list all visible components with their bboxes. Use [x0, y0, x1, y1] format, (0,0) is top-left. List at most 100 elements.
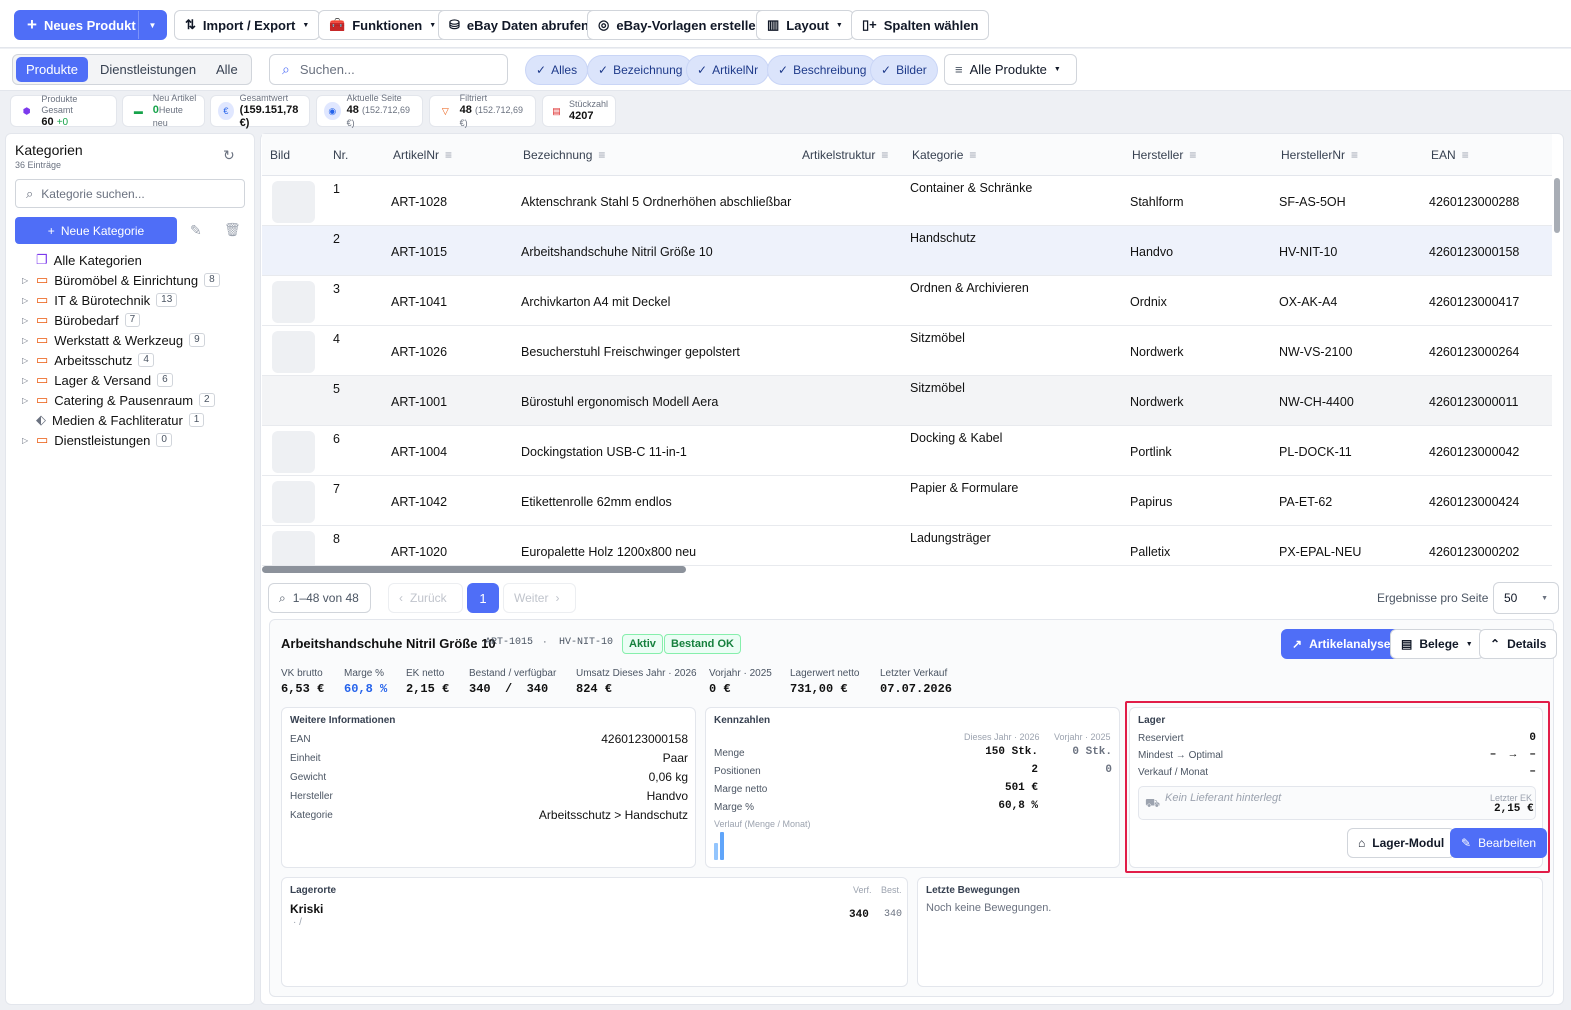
status-badge-stock: Bestand OK	[664, 634, 741, 654]
per-page-select[interactable]: 50 ▼	[1493, 582, 1559, 614]
search-results-icon: ⌕	[279, 590, 286, 605]
kpi-key: Menge	[714, 748, 745, 759]
functions-button[interactable]: 🧰 Funktionen ▼	[318, 10, 448, 40]
toolbox-icon: 🧰	[329, 17, 346, 32]
ebay-fetch-button[interactable]: ⛁ eBay Daten abrufen	[438, 10, 600, 40]
kpi-value-previous: 0 Stk.	[1072, 746, 1112, 758]
sidebar-item-category[interactable]: ▷ ▭ Dienstleistungen 0	[22, 432, 172, 448]
filter-artikelnr[interactable]: ✓ ArtikelNr	[686, 55, 770, 85]
col-nr[interactable]: Nr.	[333, 148, 348, 162]
locations-card	[281, 877, 908, 987]
import-export-button[interactable]: ⇅ Import / Export ▼	[174, 10, 321, 40]
category-label: Bürobedarf	[54, 312, 119, 328]
filter-bezeichnung[interactable]: ✓ Bezeichnung	[587, 55, 694, 85]
edit-button[interactable]: ✎ Bearbeiten	[1450, 828, 1548, 858]
plus-icon: +	[47, 223, 55, 238]
sidebar-item-category[interactable]: ▷ ▭ Werkstatt & Werkzeug 9	[22, 332, 205, 348]
kpi-value-current: 501 €	[1004, 782, 1038, 794]
sidebar-item-category[interactable]: ▷ ▭ Lager & Versand 6	[22, 372, 173, 388]
filter-icon: ≡	[969, 148, 977, 162]
chevron-right-icon[interactable]: ▷	[22, 316, 30, 325]
category-label: Dienstleistungen	[54, 432, 151, 448]
chevron-down-icon[interactable]: ▼	[138, 11, 166, 39]
chevron-right-icon[interactable]: ▷	[22, 436, 30, 445]
col-bezeichnung[interactable]: Bezeichnung ≡	[523, 148, 605, 162]
trend-bar	[720, 832, 724, 860]
search-input[interactable]: ⌕ Suchen...	[269, 54, 508, 85]
layout-button[interactable]: ▥ Layout ▼	[756, 10, 854, 40]
details-toggle-button[interactable]: ⌃ Details	[1479, 629, 1558, 659]
ebay-templates-button[interactable]: ◎ eBay-Vorlagen erstellen	[587, 10, 775, 40]
col-kategorie[interactable]: Kategorie ≡	[912, 148, 976, 162]
sidebar-subtitle: 36 Einträge	[15, 160, 62, 170]
category-count: 6	[157, 373, 173, 387]
documents-button[interactable]: ▤ Belege ▼	[1390, 629, 1484, 659]
detail-separator: ·	[543, 636, 547, 648]
filter-icon: ▽	[441, 105, 449, 116]
metric-label: Bestand / verfügbar	[469, 668, 557, 679]
stock-value: –	[1529, 766, 1536, 778]
filter-alles[interactable]: ✓ Alles	[525, 55, 589, 85]
prev-page-button[interactable]: ‹ Zurück	[388, 583, 463, 613]
stock-key: Mindest → Optimal	[1138, 750, 1224, 761]
folders-icon: ❐	[36, 252, 48, 267]
category-label: Büromöbel & Einrichtung	[54, 272, 199, 288]
chevron-down-icon: ▼	[1465, 640, 1473, 648]
vertical-scrollbar[interactable]	[1554, 178, 1560, 233]
article-analysis-button[interactable]: ↗ Artikelanalyse	[1281, 629, 1402, 659]
chevron-right-icon[interactable]: ▷	[22, 356, 30, 365]
columns-add-icon: ▯+	[862, 17, 877, 32]
trash-icon[interactable]: 🗑	[224, 222, 241, 238]
table-scroll-area	[262, 176, 1552, 566]
sidebar-item-category[interactable]: ▷⬖Medien & Fachliteratur1	[22, 412, 205, 428]
chevron-right-icon[interactable]: ▷	[22, 336, 30, 345]
chevron-right-icon[interactable]: ▷	[22, 396, 30, 405]
col-artikelnr[interactable]: ArtikelNr ≡	[393, 148, 452, 162]
info-value: Paar	[662, 751, 688, 765]
sidebar-item-all[interactable]: ❐ Alle Kategorien	[36, 252, 142, 268]
tab-alle[interactable]: Alle	[216, 62, 238, 77]
columns-select-button[interactable]: ▯+ Spalten wählen	[851, 10, 990, 40]
sidebar-item-category[interactable]: ▷ ▭ IT & Bürotechnik 13	[22, 292, 178, 308]
info-value: Handvo	[646, 789, 688, 803]
kpi-key: Positionen	[714, 766, 761, 777]
check-icon: ✓	[598, 63, 609, 77]
product-filter-dropdown[interactable]: ≡ Alle Produkte ▼	[944, 54, 1077, 85]
sidebar-item-category[interactable]: ▷ ▭ Büromöbel & Einrichtung 8	[22, 272, 220, 288]
sidebar-item-category[interactable]: ▷ ▭ Bürobedarf 7	[22, 312, 141, 328]
tag-icon: ⬖	[36, 412, 46, 427]
stock-module-button[interactable]: ⌂ Lager-Modul	[1347, 828, 1456, 858]
chevron-right-icon[interactable]: ▷	[22, 296, 30, 305]
tab-produkte[interactable]: Produkte	[16, 57, 88, 82]
filter-icon: ≡	[445, 148, 453, 162]
col-artikelstruktur[interactable]: Artikelstruktur ≡	[802, 148, 888, 162]
folder-icon: ▭	[36, 432, 49, 447]
stat-total-value: € Gesamtwert (159.151,78 €)	[210, 93, 310, 129]
tab-dienstleistungen[interactable]: Dienstleistungen	[100, 62, 196, 77]
filter-beschreibung[interactable]: ✓ Beschreibung	[767, 55, 878, 85]
category-search-input[interactable]: ⌕ Kategorie suchen...	[15, 179, 245, 208]
status-badge-active: Aktiv	[622, 634, 663, 654]
category-count: 4	[138, 353, 154, 367]
col-herstellernr[interactable]: HerstellerNr ≡	[1281, 148, 1358, 162]
next-page-button[interactable]: Weiter ›	[503, 583, 576, 613]
col-ean[interactable]: EAN ≡	[1431, 148, 1469, 162]
new-product-button[interactable]: + Neues Produkt ▼	[14, 10, 167, 40]
edit-icon[interactable]: ✎	[190, 222, 202, 239]
category-label: Lager & Versand	[54, 372, 152, 388]
detail-artnr: ART-1015	[485, 637, 534, 648]
chevron-right-icon[interactable]: ▷	[22, 276, 30, 285]
metric-value: 60,8 %	[344, 682, 388, 696]
folder-icon: ▭	[36, 332, 49, 347]
new-category-button[interactable]: + Neue Kategorie	[15, 217, 177, 244]
filter-icon: ≡	[955, 62, 963, 77]
page-1-button[interactable]: 1	[467, 583, 499, 613]
chevron-right-icon[interactable]: ▷	[22, 376, 30, 385]
detail-herstellernr: HV-NIT-10	[559, 637, 614, 648]
filter-bilder[interactable]: ✓ Bilder	[870, 55, 938, 85]
col-hersteller[interactable]: Hersteller ≡	[1132, 148, 1196, 162]
sidebar-item-category[interactable]: ▷ ▭ Catering & Pausenraum 2	[22, 392, 215, 408]
refresh-icon[interactable]: ↻	[223, 147, 235, 164]
horizontal-scrollbar[interactable]	[262, 566, 686, 573]
sidebar-item-category[interactable]: ▷ ▭ Arbeitsschutz 4	[22, 352, 154, 368]
